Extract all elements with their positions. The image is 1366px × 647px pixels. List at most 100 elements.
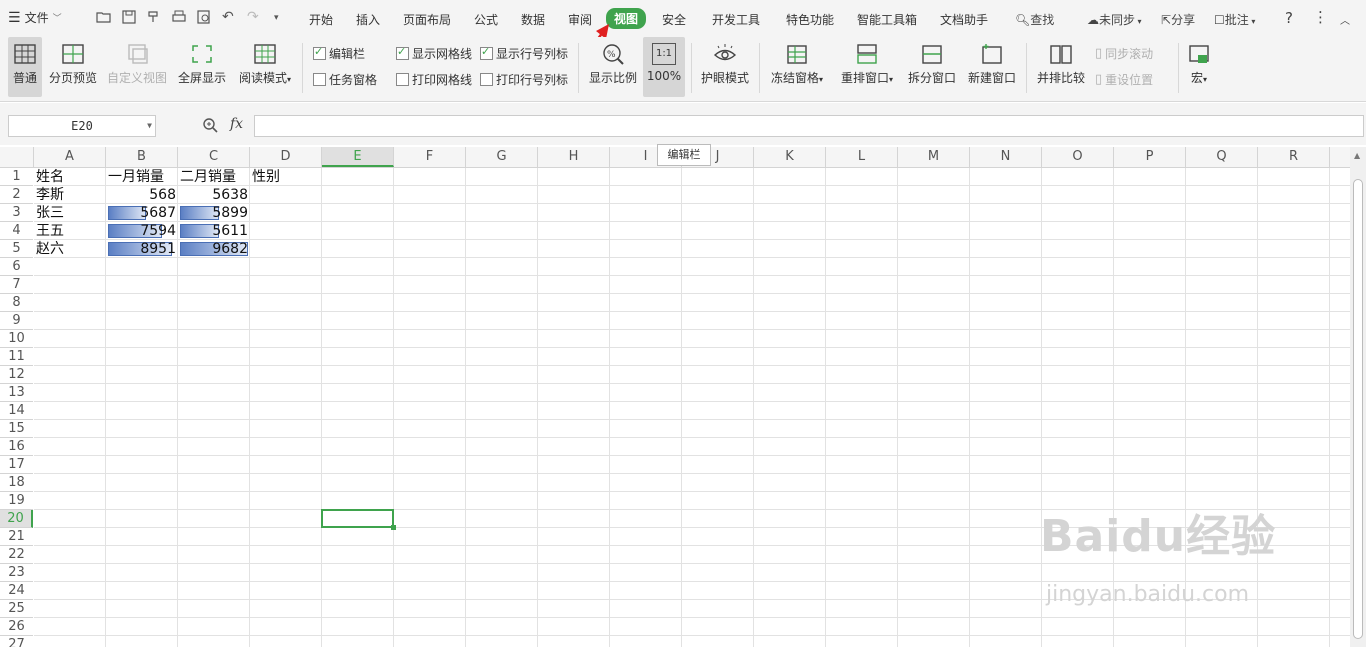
name-cell[interactable]: 赵六: [34, 240, 106, 258]
row-header-23[interactable]: 23: [0, 564, 33, 582]
tab-insert[interactable]: 插入: [356, 11, 380, 28]
print-icon[interactable]: [171, 9, 187, 29]
column-header-q[interactable]: Q: [1186, 147, 1258, 167]
row-header-3[interactable]: 3: [0, 204, 33, 222]
column-header-n[interactable]: N: [970, 147, 1042, 167]
column-header-d[interactable]: D: [250, 147, 322, 167]
scrollbar-thumb[interactable]: [1353, 179, 1363, 639]
side-by-side-button[interactable]: 并排比较: [1034, 37, 1088, 97]
row-header-9[interactable]: 9: [0, 312, 33, 330]
collapse-ribbon-icon[interactable]: ︿: [1340, 12, 1350, 27]
macro-button[interactable]: 宏▾: [1183, 37, 1215, 97]
task-pane-checkbox[interactable]: 任务窗格: [313, 71, 377, 88]
row-header-15[interactable]: 15: [0, 420, 33, 438]
tab-home[interactable]: 开始: [309, 11, 333, 28]
header-cell[interactable]: 性别: [250, 168, 322, 186]
row-header-22[interactable]: 22: [0, 546, 33, 564]
row-header-13[interactable]: 13: [0, 384, 33, 402]
row-header-14[interactable]: 14: [0, 402, 33, 420]
tab-doc-assistant[interactable]: 文档助手: [940, 11, 988, 28]
feb-sales-cell[interactable]: 5611: [178, 222, 250, 240]
column-header-c[interactable]: C: [178, 147, 250, 167]
share-button[interactable]: ⇱分享: [1161, 11, 1195, 28]
row-header-25[interactable]: 25: [0, 600, 33, 618]
row-header-7[interactable]: 7: [0, 276, 33, 294]
more-icon[interactable]: ⋮: [1313, 8, 1328, 26]
name-box[interactable]: E20 ▼: [8, 115, 156, 137]
print-preview-icon[interactable]: [196, 9, 212, 29]
tab-smart-toolbox[interactable]: 智能工具箱: [857, 11, 917, 28]
formula-input[interactable]: [254, 115, 1364, 137]
format-painter-icon[interactable]: [146, 9, 162, 29]
chevron-down-icon[interactable]: ▼: [147, 116, 152, 136]
tab-data[interactable]: 数据: [521, 11, 545, 28]
comment-button[interactable]: ☐批注 ▾: [1214, 11, 1255, 28]
row-header-8[interactable]: 8: [0, 294, 33, 312]
fullscreen-button[interactable]: 全屏显示: [174, 37, 230, 97]
row-header-18[interactable]: 18: [0, 474, 33, 492]
open-icon[interactable]: [96, 9, 112, 29]
name-cell[interactable]: 王五: [34, 222, 106, 240]
row-header-6[interactable]: 6: [0, 258, 33, 276]
cell-area[interactable]: 姓名 一月销量 二月销量 性别 李斯 568 5638 张三 5687 5899 王五 7594 561…: [34, 168, 1350, 647]
custom-view-button[interactable]: 自定义视图: [104, 37, 170, 97]
print-gridlines-checkbox[interactable]: 打印网格线: [396, 71, 472, 88]
row-header-16[interactable]: 16: [0, 438, 33, 456]
column-header-r[interactable]: R: [1258, 147, 1330, 167]
jan-sales-cell[interactable]: 5687: [106, 204, 178, 222]
feb-sales-cell[interactable]: 9682: [178, 240, 250, 258]
scroll-up-icon[interactable]: ▲: [1354, 151, 1360, 160]
tab-page-layout[interactable]: 页面布局: [403, 11, 451, 28]
header-cell[interactable]: 一月销量: [106, 168, 178, 186]
redo-icon[interactable]: ↷: [247, 9, 259, 25]
freeze-panes-button[interactable]: 冻结窗格▾: [766, 37, 828, 97]
reading-mode-button[interactable]: 阅读模式▾: [234, 37, 296, 97]
customize-dropdown-icon[interactable]: ▾: [274, 13, 279, 23]
row-header-27[interactable]: 27: [0, 636, 33, 647]
sync-scroll-button[interactable]: ▯ 同步滚动: [1095, 45, 1153, 62]
jan-sales-cell[interactable]: 568: [106, 186, 178, 204]
column-header-l[interactable]: L: [826, 147, 898, 167]
column-header-f[interactable]: F: [394, 147, 466, 167]
search-button[interactable]: 🔍︎查找: [1015, 11, 1054, 28]
selected-cell-cursor[interactable]: [321, 509, 396, 530]
feb-sales-cell[interactable]: 5638: [178, 186, 250, 204]
tab-formula[interactable]: 公式: [474, 11, 498, 28]
feb-sales-cell[interactable]: 5899: [178, 204, 250, 222]
sync-status-button[interactable]: ☁未同步 ▾: [1087, 11, 1142, 28]
show-gridlines-checkbox[interactable]: 显示网格线: [396, 45, 472, 62]
column-header-e[interactable]: E: [322, 147, 394, 167]
column-header-a[interactable]: A: [34, 147, 106, 167]
select-all-corner[interactable]: [0, 147, 34, 167]
row-header-2[interactable]: 2: [0, 186, 33, 204]
row-header-24[interactable]: 24: [0, 582, 33, 600]
page-break-preview-button[interactable]: 分页预览: [46, 37, 100, 97]
normal-view-button[interactable]: 普通: [8, 37, 42, 97]
zoom-100-button[interactable]: 1:1 100%: [643, 37, 685, 97]
column-header-g[interactable]: G: [466, 147, 538, 167]
column-header-b[interactable]: B: [106, 147, 178, 167]
name-cell[interactable]: 李斯: [34, 186, 106, 204]
row-header-17[interactable]: 17: [0, 456, 33, 474]
file-menu-button[interactable]: ☰ 文件 ﹀: [8, 9, 62, 26]
row-header-21[interactable]: 21: [0, 528, 33, 546]
row-header-19[interactable]: 19: [0, 492, 33, 510]
jan-sales-cell[interactable]: 8951: [106, 240, 178, 258]
row-header-11[interactable]: 11: [0, 348, 33, 366]
column-header-o[interactable]: O: [1042, 147, 1114, 167]
column-header-m[interactable]: M: [898, 147, 970, 167]
vertical-scrollbar[interactable]: ▲: [1350, 147, 1366, 647]
undo-icon[interactable]: ↶: [222, 9, 234, 25]
row-header-5[interactable]: 5: [0, 240, 33, 258]
arrange-windows-button[interactable]: 重排窗口▾: [836, 37, 898, 97]
save-icon[interactable]: [121, 9, 137, 29]
row-header-26[interactable]: 26: [0, 618, 33, 636]
column-header-p[interactable]: P: [1114, 147, 1186, 167]
reset-position-button[interactable]: ▯ 重设位置: [1095, 71, 1153, 88]
new-window-button[interactable]: 新建窗口: [964, 37, 1020, 97]
split-window-button[interactable]: 拆分窗口: [904, 37, 960, 97]
row-header-4[interactable]: 4: [0, 222, 33, 240]
show-headers-checkbox[interactable]: 显示行号列标: [480, 45, 568, 62]
help-icon[interactable]: ?: [1285, 9, 1293, 27]
row-header-12[interactable]: 12: [0, 366, 33, 384]
